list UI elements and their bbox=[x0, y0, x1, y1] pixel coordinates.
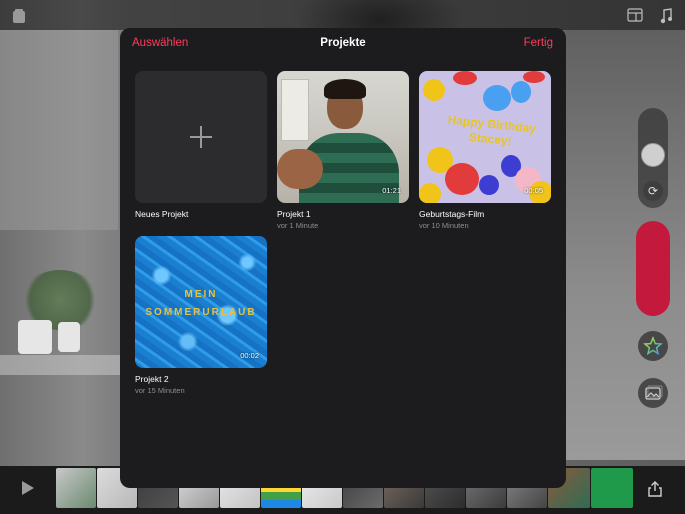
project-title: Neues Projekt bbox=[135, 209, 189, 219]
project-title: Projekt 1 bbox=[277, 209, 311, 219]
timeline-clip[interactable] bbox=[591, 468, 633, 508]
modal-title: Projekte bbox=[320, 37, 366, 49]
modal-header: Auswählen Projekte Fertig bbox=[120, 28, 566, 60]
balloon bbox=[445, 163, 479, 195]
star-icon bbox=[643, 336, 663, 356]
balloon bbox=[453, 71, 477, 85]
summer-text-line1: MEIN bbox=[184, 289, 218, 300]
balloon bbox=[423, 79, 445, 101]
background-pot bbox=[18, 320, 52, 354]
photo-library-button[interactable] bbox=[638, 378, 668, 408]
project-date: vor 15 Minuten bbox=[135, 386, 185, 395]
background-cabinet bbox=[0, 30, 118, 230]
project-card[interactable]: MEIN SOMMERURLAUB 00:02 Projekt 2 vor 15… bbox=[135, 236, 267, 395]
duration-label: 01:21 bbox=[382, 186, 401, 195]
balloon bbox=[523, 71, 545, 83]
project-title: Projekt 2 bbox=[135, 374, 169, 384]
new-project-thumbnail[interactable] bbox=[135, 71, 267, 203]
summer-text-line2: SOMMERURLAUB bbox=[145, 307, 257, 318]
project-card[interactable]: 01:21 Projekt 1 vor 1 Minute bbox=[277, 71, 409, 230]
play-icon[interactable] bbox=[22, 481, 34, 495]
thumbnail-window bbox=[281, 79, 309, 141]
share-icon[interactable] bbox=[646, 480, 664, 498]
thumbnail-hair bbox=[324, 79, 366, 99]
project-thumbnail[interactable]: MEIN SOMMERURLAUB 00:02 bbox=[135, 236, 267, 368]
music-note-icon[interactable] bbox=[660, 8, 672, 26]
layout-icon[interactable] bbox=[627, 8, 643, 24]
done-button[interactable]: Fertig bbox=[524, 37, 553, 49]
summer-text: MEIN SOMMERURLAUB bbox=[135, 286, 267, 322]
plus-icon bbox=[190, 126, 212, 148]
background-pot bbox=[58, 322, 80, 352]
effects-button[interactable] bbox=[638, 331, 668, 361]
record-button[interactable] bbox=[636, 221, 670, 316]
project-date: vor 10 Minuten bbox=[419, 221, 469, 230]
flip-camera-icon[interactable]: ⟳ bbox=[643, 181, 663, 201]
project-thumbnail[interactable]: Happy Birthday Stacey! 00:05 bbox=[419, 71, 551, 203]
project-thumbnail[interactable]: 01:21 bbox=[277, 71, 409, 203]
balloon bbox=[479, 175, 499, 195]
capture-button[interactable] bbox=[641, 143, 665, 167]
projects-modal: Auswählen Projekte Fertig Neues Projekt … bbox=[120, 28, 566, 488]
project-title: Geburtstags-Film bbox=[419, 209, 485, 219]
folder-icon[interactable] bbox=[12, 8, 26, 26]
photo-library-icon bbox=[645, 385, 663, 400]
balloon bbox=[419, 183, 441, 203]
thumbnail-arm bbox=[277, 149, 323, 189]
timeline-clip[interactable] bbox=[56, 468, 96, 508]
duration-label: 00:02 bbox=[240, 351, 259, 360]
balloon bbox=[483, 85, 511, 111]
project-card[interactable]: Happy Birthday Stacey! 00:05 Geburtstags… bbox=[419, 71, 551, 230]
project-date: vor 1 Minute bbox=[277, 221, 319, 230]
top-bar bbox=[0, 0, 685, 30]
duration-label: 00:05 bbox=[524, 186, 543, 195]
background-counter bbox=[0, 355, 120, 375]
birthday-text: Happy Birthday Stacey! bbox=[440, 112, 543, 152]
balloon bbox=[511, 81, 531, 103]
new-project-card[interactable]: Neues Projekt bbox=[135, 71, 267, 219]
